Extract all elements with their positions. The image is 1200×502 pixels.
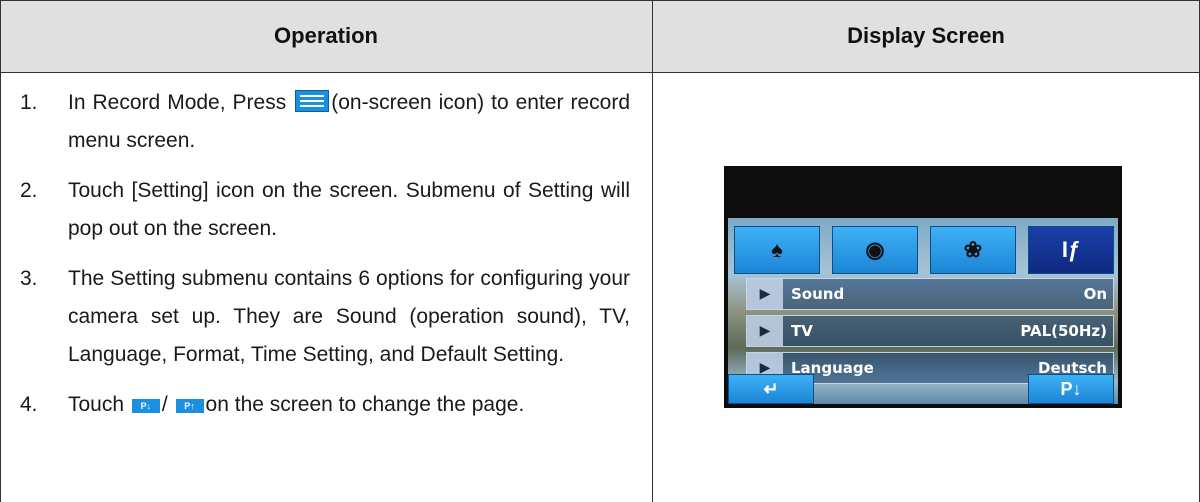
scene-icon: ♠ <box>771 237 783 262</box>
step-3: 3. The Setting submenu contains 6 options… <box>0 260 652 374</box>
operation-steps: 1. In Record Mode, Press (on-screen icon)… <box>0 72 652 424</box>
camera-display-screen: ♠ ◉ ❀ Iƒ ▶ Sound On ▶ TV PAL(50Hz) ▶ Lan… <box>724 166 1122 408</box>
step-3-text: The Setting submenu contains 6 options f… <box>68 267 630 366</box>
menu-row-label: TV <box>791 322 813 340</box>
effect-tab[interactable]: ❀ <box>930 226 1016 274</box>
return-icon: ↵ <box>763 378 779 399</box>
menu-row-value: PAL(50Hz) <box>1020 322 1107 340</box>
menu-row-value: On <box>1083 285 1107 303</box>
menu-tabs: ♠ ◉ ❀ Iƒ <box>734 226 1114 276</box>
page-down-button[interactable]: P↓ <box>1028 374 1114 404</box>
menu-icon <box>295 90 330 112</box>
back-button[interactable]: ↵ <box>728 374 814 404</box>
page-up-icon: P↑ <box>175 399 204 413</box>
step-2: 2. Touch [Setting] icon on the screen. Su… <box>0 172 652 248</box>
bottom-bar: ↵ P↓ <box>728 374 1118 404</box>
step-4-separator: / <box>161 393 174 416</box>
instruction-table: Operation Display Screen 1. In Record Mod… <box>0 0 1200 502</box>
table-border-top <box>0 0 1200 1</box>
camera-tab[interactable]: ◉ <box>832 226 918 274</box>
step-number: 4. <box>20 393 38 416</box>
step-4-text-end: on the screen to change the page. <box>205 393 525 416</box>
setting-icon: Iƒ <box>1061 237 1081 262</box>
operation-header: Operation <box>0 0 652 72</box>
setting-tab[interactable]: Iƒ <box>1028 226 1114 274</box>
step-1-text-start: In Record Mode, Press <box>68 91 294 114</box>
camera-icon: ◉ <box>865 237 885 262</box>
effect-icon: ❀ <box>963 237 983 262</box>
step-number: 2. <box>20 179 38 202</box>
play-arrow-icon: ▶ <box>747 279 783 309</box>
step-2-text: Touch [Setting] icon on the screen. Subm… <box>68 179 630 240</box>
step-number: 1. <box>20 91 38 114</box>
menu-row-tv[interactable]: ▶ TV PAL(50Hz) <box>746 315 1114 347</box>
step-1: 1. In Record Mode, Press (on-screen icon)… <box>0 84 652 160</box>
page-down-icon: P↓ <box>131 399 160 413</box>
menu-row-label: Sound <box>791 285 845 303</box>
step-number: 3. <box>20 267 38 290</box>
step-4: 4. Touch P↓ / P↑ on the screen to change th… <box>0 386 652 424</box>
table-column-divider <box>652 0 653 502</box>
page-down-icon: P↓ <box>1060 378 1082 399</box>
scene-tab[interactable]: ♠ <box>734 226 820 274</box>
setting-submenu: ▶ Sound On ▶ TV PAL(50Hz) ▶ Language Deu… <box>746 278 1114 389</box>
play-arrow-icon: ▶ <box>747 316 783 346</box>
menu-row-sound[interactable]: ▶ Sound On <box>746 278 1114 310</box>
step-4-text-start: Touch <box>68 393 130 416</box>
display-screen-header: Display Screen <box>652 0 1200 72</box>
